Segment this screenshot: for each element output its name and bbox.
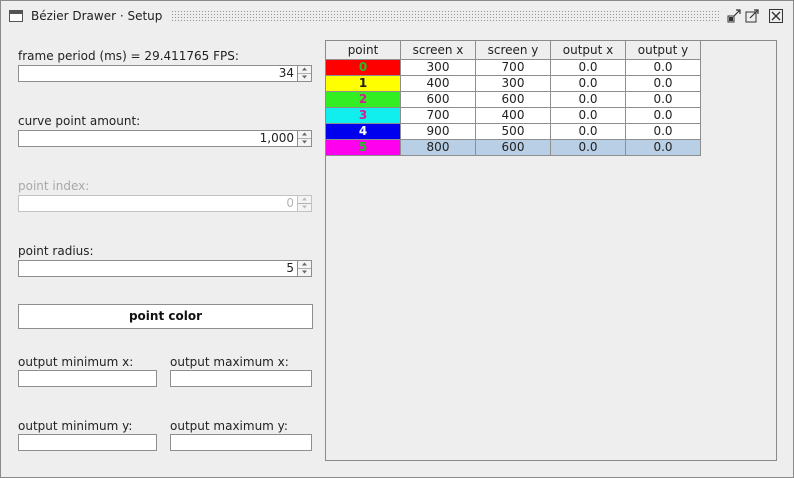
screen-y-cell[interactable]: 600 [475, 139, 551, 156]
output-y-cell[interactable]: 0.0 [625, 107, 701, 124]
point-cell[interactable]: 4 [326, 123, 401, 140]
screen-y-cell[interactable]: 600 [475, 91, 551, 108]
screen-x-cell[interactable]: 700 [400, 107, 476, 124]
point-radius-label: point radius: [18, 244, 94, 258]
chevron-up-icon[interactable] [298, 131, 311, 139]
chevron-up-icon[interactable] [298, 66, 311, 74]
output-min-y-label: output minimum y: [18, 419, 133, 433]
output-x-cell[interactable]: 0.0 [550, 139, 626, 156]
table-row[interactable]: 0 300 700 0.0 0.0 [326, 59, 701, 76]
curve-point-amount-spinner[interactable]: 1,000 [18, 130, 312, 147]
output-max-y-label: output maximum y: [170, 419, 288, 433]
output-x-cell[interactable]: 0.0 [550, 107, 626, 124]
screen-y-cell[interactable]: 500 [475, 123, 551, 140]
output-y-cell[interactable]: 0.0 [625, 123, 701, 140]
window-icon [9, 10, 23, 22]
point-index-spinner: 0 [18, 195, 312, 212]
output-y-cell[interactable]: 0.0 [625, 59, 701, 76]
output-x-cell[interactable]: 0.0 [550, 75, 626, 92]
point-index-field: 0 [18, 195, 298, 212]
points-table[interactable]: point screen x screen y output x output … [326, 41, 701, 156]
point-index-arrows [297, 195, 312, 212]
point-radius-arrows[interactable] [297, 260, 312, 277]
points-table-panel[interactable]: point screen x screen y output x output … [325, 40, 777, 461]
point-cell[interactable]: 1 [326, 75, 401, 92]
frame-period-arrows[interactable] [297, 65, 312, 82]
point-color-button[interactable]: point color [18, 304, 313, 329]
output-y-cell[interactable]: 0.0 [625, 139, 701, 156]
table-header-row: point screen x screen y output x output … [326, 41, 701, 60]
chevron-up-icon[interactable] [298, 261, 311, 269]
output-min-x-label: output minimum x: [18, 355, 134, 369]
chevron-down-icon[interactable] [298, 139, 311, 146]
output-max-y-field[interactable] [170, 434, 312, 451]
output-y-cell[interactable]: 0.0 [625, 75, 701, 92]
table-row[interactable]: 2 600 600 0.0 0.0 [326, 91, 701, 108]
curve-point-amount-arrows[interactable] [297, 130, 312, 147]
column-header-point[interactable]: point [326, 41, 401, 60]
point-index-label: point index: [18, 179, 90, 193]
screen-y-cell[interactable]: 400 [475, 107, 551, 124]
output-x-cell[interactable]: 0.0 [550, 123, 626, 140]
point-cell[interactable]: 3 [326, 107, 401, 124]
output-x-cell[interactable]: 0.0 [550, 59, 626, 76]
table-row[interactable]: 4 900 500 0.0 0.0 [326, 123, 701, 140]
column-header-screen-y[interactable]: screen y [475, 41, 551, 60]
column-header-output-y[interactable]: output y [625, 41, 701, 60]
frame-period-field[interactable]: 34 [18, 65, 298, 82]
output-min-x-field[interactable] [18, 370, 157, 387]
window-title: Bézier Drawer · Setup [31, 9, 163, 23]
screen-x-cell[interactable]: 800 [400, 139, 476, 156]
output-y-cell[interactable]: 0.0 [625, 91, 701, 108]
point-radius-field[interactable]: 5 [18, 260, 298, 277]
output-max-x-field[interactable] [170, 370, 312, 387]
screen-y-cell[interactable]: 700 [475, 59, 551, 76]
chevron-down-icon[interactable] [298, 74, 311, 81]
screen-y-cell[interactable]: 300 [475, 75, 551, 92]
output-max-x-label: output maximum x: [170, 355, 289, 369]
point-cell[interactable]: 2 [326, 91, 401, 108]
table-row[interactable]: 3 700 400 0.0 0.0 [326, 107, 701, 124]
screen-x-cell[interactable]: 400 [400, 75, 476, 92]
frame-period-spinner[interactable]: 34 [18, 65, 312, 82]
screen-x-cell[interactable]: 300 [400, 59, 476, 76]
table-row[interactable]: 5 800 600 0.0 0.0 [326, 139, 701, 156]
column-header-output-x[interactable]: output x [550, 41, 626, 60]
close-icon[interactable] [769, 9, 783, 23]
curve-point-amount-label: curve point amount: [18, 114, 141, 128]
point-radius-spinner[interactable]: 5 [18, 260, 312, 277]
screen-x-cell[interactable]: 900 [400, 123, 476, 140]
table-row[interactable]: 1 400 300 0.0 0.0 [326, 75, 701, 92]
chevron-down-icon[interactable] [298, 269, 311, 276]
setup-window: Bézier Drawer · Setup frame period (ms) … [0, 0, 794, 478]
column-header-screen-x[interactable]: screen x [400, 41, 476, 60]
output-min-y-field[interactable] [18, 434, 157, 451]
iconify-icon[interactable] [727, 9, 741, 23]
maximize-icon[interactable] [745, 9, 759, 23]
chevron-up-icon [298, 196, 311, 204]
output-x-cell[interactable]: 0.0 [550, 91, 626, 108]
settings-panel: frame period (ms) = 29.411765 FPS: 34 cu… [1, 31, 321, 471]
point-cell[interactable]: 5 [326, 139, 401, 156]
title-bar-grip[interactable] [171, 10, 719, 23]
chevron-down-icon [298, 204, 311, 211]
point-cell[interactable]: 0 [326, 59, 401, 76]
curve-point-amount-field[interactable]: 1,000 [18, 130, 298, 147]
title-bar[interactable]: Bézier Drawer · Setup [1, 1, 793, 31]
frame-period-label: frame period (ms) = 29.411765 FPS: [18, 49, 239, 63]
screen-x-cell[interactable]: 600 [400, 91, 476, 108]
